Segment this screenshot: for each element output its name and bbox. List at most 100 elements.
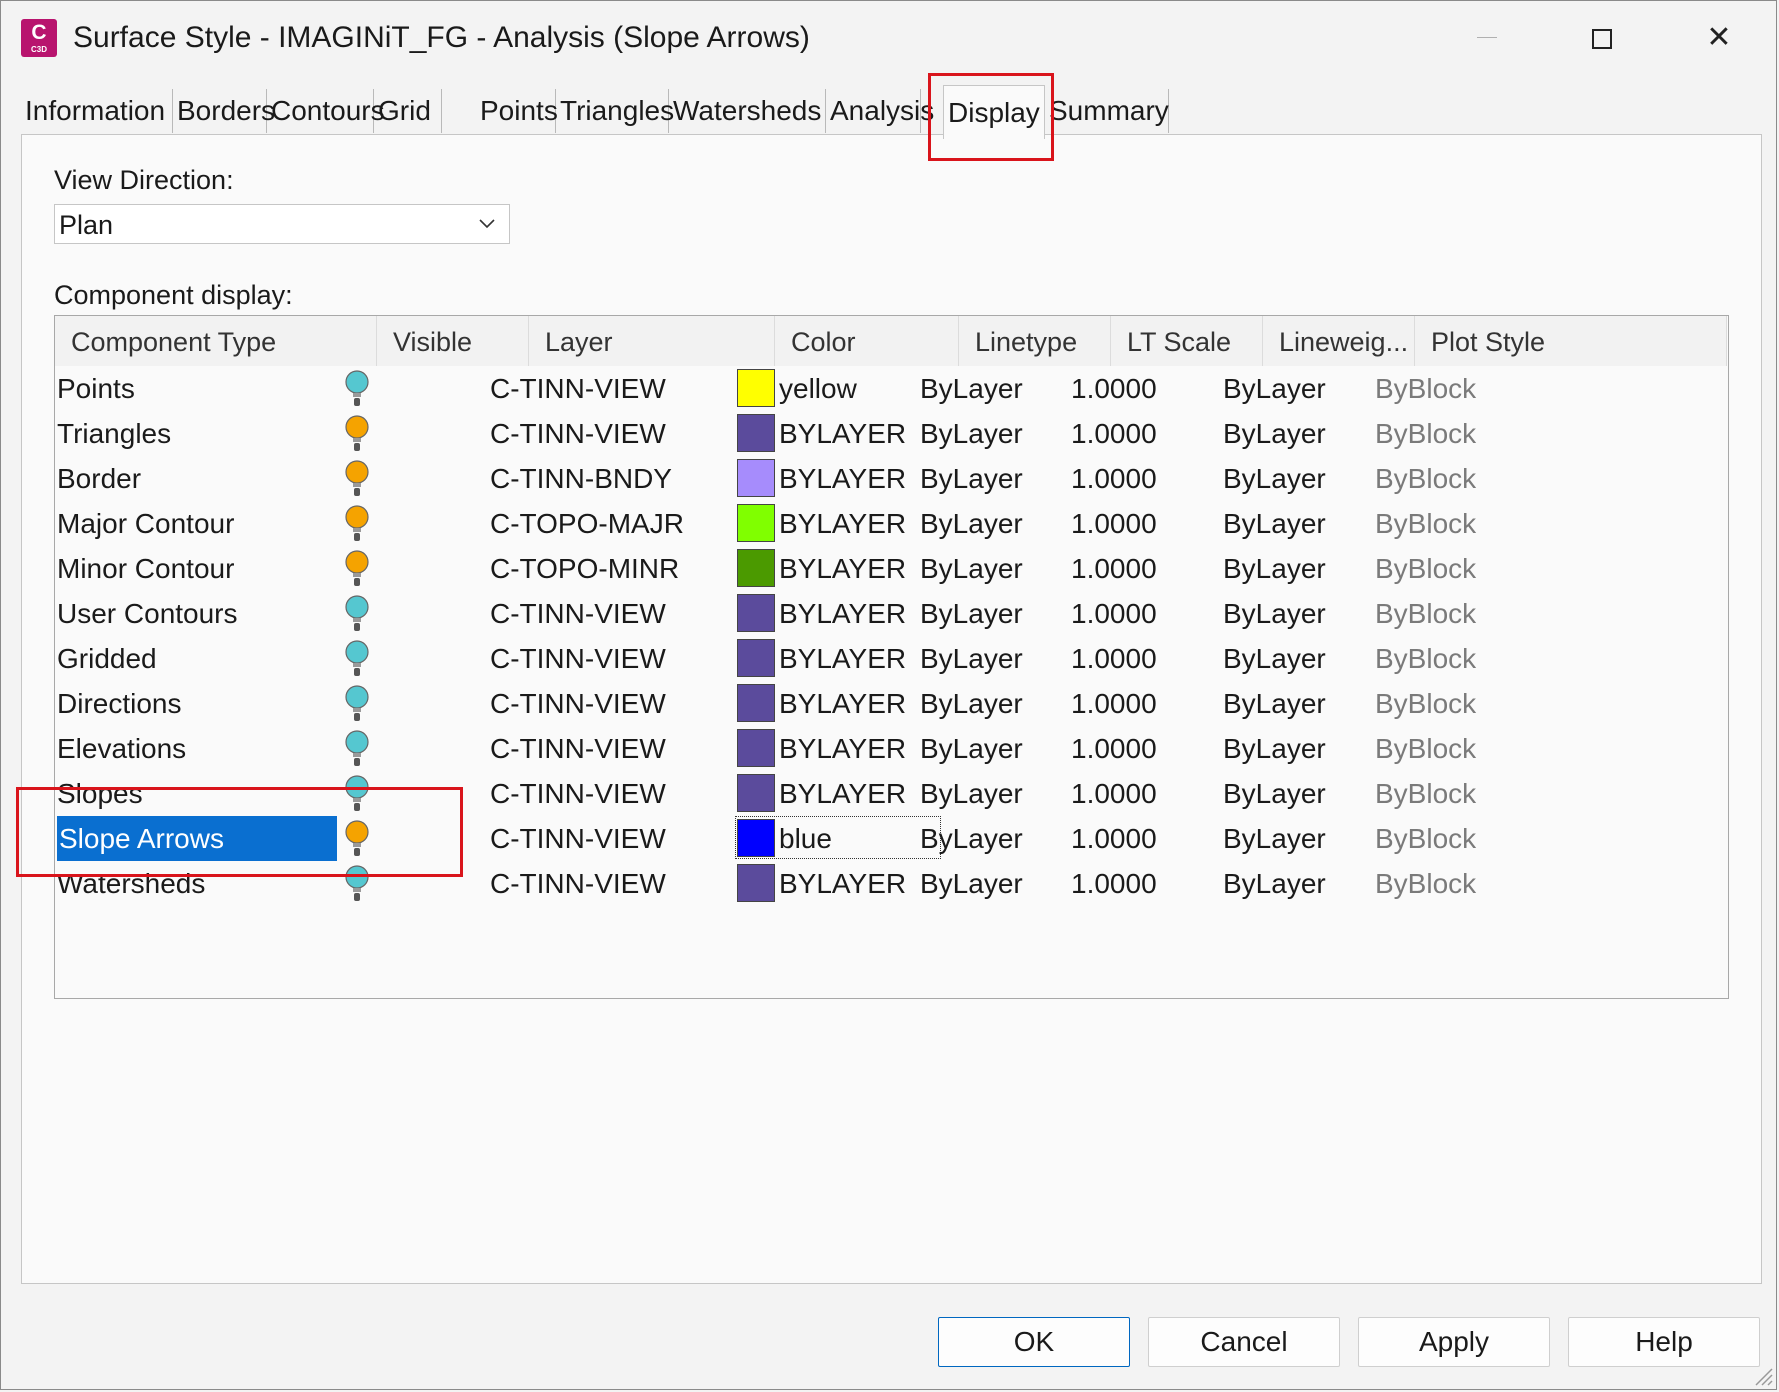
cell-layer[interactable]: C-TINN-VIEW [490,726,666,771]
maximize-button[interactable] [1571,13,1631,63]
cell-lt-scale[interactable]: 1.0000 [1071,501,1157,546]
col-visible[interactable]: Visible [377,316,529,366]
cell-color[interactable]: BYLAYER [735,636,941,681]
col-lt-scale[interactable]: LT Scale [1111,316,1263,366]
cell-color[interactable]: BYLAYER [735,771,941,816]
tab-triangles[interactable]: Triangles [556,89,674,133]
cell-color[interactable]: blue [735,816,941,861]
cell-linetype[interactable]: ByLayer [920,366,1023,411]
cell-linetype[interactable]: ByLayer [920,816,1023,861]
cell-lt-scale[interactable]: 1.0000 [1071,771,1157,816]
cell-color[interactable]: BYLAYER [735,681,941,726]
cell-lineweight[interactable]: ByLayer [1223,861,1326,906]
col-linetype[interactable]: Linetype [959,316,1111,366]
cell-layer[interactable]: C-TINN-VIEW [490,636,666,681]
cell-lt-scale[interactable]: 1.0000 [1071,816,1157,861]
cell-component-type[interactable]: Points [57,366,135,411]
cell-linetype[interactable]: ByLayer [920,411,1023,456]
cell-layer[interactable]: C-TINN-VIEW [490,681,666,726]
help-button[interactable]: Help [1568,1317,1760,1367]
cell-component-type[interactable]: Elevations [57,726,186,771]
component-display-grid[interactable]: Component Type Visible Layer Color Linetype L… [54,315,1729,999]
cell-color[interactable]: BYLAYER [735,861,941,906]
lightbulb-icon[interactable] [343,415,371,453]
cell-layer[interactable]: C-TINN-VIEW [490,816,666,861]
view-direction-select[interactable]: Plan [54,204,510,244]
cell-lineweight[interactable]: ByLayer [1223,771,1326,816]
col-plot-style[interactable]: Plot Style [1415,316,1727,366]
cell-linetype[interactable]: ByLayer [920,726,1023,771]
cell-component-type[interactable]: Gridded [57,636,157,681]
cell-lineweight[interactable]: ByLayer [1223,636,1326,681]
cell-layer[interactable]: C-TINN-VIEW [490,861,666,906]
table-row[interactable]: Elevations C-TINN-VIEW BYLAYER ByLayer 1.000… [55,726,1727,771]
tab-grid[interactable]: Grid [374,89,442,133]
cell-color[interactable]: BYLAYER [735,726,941,771]
lightbulb-icon[interactable] [343,595,371,633]
col-layer[interactable]: Layer [529,316,775,366]
cell-lt-scale[interactable]: 1.0000 [1071,861,1157,906]
cell-lt-scale[interactable]: 1.0000 [1071,681,1157,726]
cell-lineweight[interactable]: ByLayer [1223,816,1326,861]
table-row[interactable]: Major Contour C-TOPO-MAJR BYLAYER ByLayer 1.… [55,501,1727,546]
table-row[interactable]: Triangles C-TINN-VIEW BYLAYER ByLayer 1.0000… [55,411,1727,456]
tab-information[interactable]: Information [21,89,173,133]
cell-lt-scale[interactable]: 1.0000 [1071,726,1157,771]
table-row[interactable]: Gridded C-TINN-VIEW BYLAYER ByLayer 1.0000 By… [55,636,1727,681]
tab-contours[interactable]: Contours [267,89,385,133]
cell-layer[interactable]: C-TINN-BNDY [490,456,672,501]
cell-component-type[interactable]: User Contours [57,591,238,636]
cell-layer[interactable]: C-TOPO-MINR [490,546,679,591]
cell-linetype[interactable]: ByLayer [920,501,1023,546]
lightbulb-icon[interactable] [343,550,371,588]
cell-lineweight[interactable]: ByLayer [1223,546,1326,591]
apply-button[interactable]: Apply [1358,1317,1550,1367]
cell-color[interactable]: BYLAYER [735,411,941,456]
lightbulb-icon[interactable] [343,640,371,678]
col-lineweight[interactable]: Lineweig... [1263,316,1415,366]
cell-lt-scale[interactable]: 1.0000 [1071,366,1157,411]
minimize-button[interactable] [1457,13,1517,63]
cell-lineweight[interactable]: ByLayer [1223,501,1326,546]
cell-component-type[interactable]: Major Contour [57,501,234,546]
cell-layer[interactable]: C-TOPO-MAJR [490,501,684,546]
cell-lt-scale[interactable]: 1.0000 [1071,456,1157,501]
lightbulb-icon[interactable] [343,730,371,768]
tab-summary[interactable]: Summary [1045,89,1169,133]
tab-borders[interactable]: Borders [173,89,275,133]
resize-grip-icon[interactable] [1750,1363,1774,1387]
cancel-button[interactable]: Cancel [1148,1317,1340,1367]
cell-component-type[interactable]: Triangles [57,411,171,456]
table-row[interactable]: Minor Contour C-TOPO-MINR BYLAYER ByLayer 1.… [55,546,1727,591]
cell-layer[interactable]: C-TINN-VIEW [490,411,666,456]
cell-color[interactable]: BYLAYER [735,591,941,636]
col-color[interactable]: Color [775,316,959,366]
cell-layer[interactable]: C-TINN-VIEW [490,771,666,816]
cell-layer[interactable]: C-TINN-VIEW [490,591,666,636]
cell-color[interactable]: BYLAYER [735,546,941,591]
lightbulb-icon[interactable] [343,460,371,498]
cell-lt-scale[interactable]: 1.0000 [1071,591,1157,636]
cell-lt-scale[interactable]: 1.0000 [1071,411,1157,456]
cell-linetype[interactable]: ByLayer [920,681,1023,726]
lightbulb-icon[interactable] [343,685,371,723]
cell-layer[interactable]: C-TINN-VIEW [490,366,666,411]
cell-lt-scale[interactable]: 1.0000 [1071,546,1157,591]
table-row[interactable]: User Contours C-TINN-VIEW BYLAYER ByLayer 1.… [55,591,1727,636]
cell-lt-scale[interactable]: 1.0000 [1071,636,1157,681]
cell-linetype[interactable]: ByLayer [920,771,1023,816]
cell-linetype[interactable]: ByLayer [920,456,1023,501]
close-button[interactable]: ✕ [1689,13,1749,63]
cell-color[interactable]: BYLAYER [735,456,941,501]
lightbulb-icon[interactable] [343,505,371,543]
tab-analysis[interactable]: Analysis [826,89,934,133]
cell-linetype[interactable]: ByLayer [920,591,1023,636]
cell-color[interactable]: yellow [735,366,941,411]
cell-lineweight[interactable]: ByLayer [1223,456,1326,501]
col-component-type[interactable]: Component Type [55,316,377,366]
table-row[interactable]: Border C-TINN-BNDY BYLAYER ByLayer 1.0000 ByL… [55,456,1727,501]
title-bar[interactable]: C C3D Surface Style - IMAGINiT_FG - Anal… [1,1,1776,77]
cell-color[interactable]: BYLAYER [735,501,941,546]
cell-component-type[interactable]: Directions [57,681,181,726]
table-row[interactable]: Directions C-TINN-VIEW BYLAYER ByLayer 1.000… [55,681,1727,726]
